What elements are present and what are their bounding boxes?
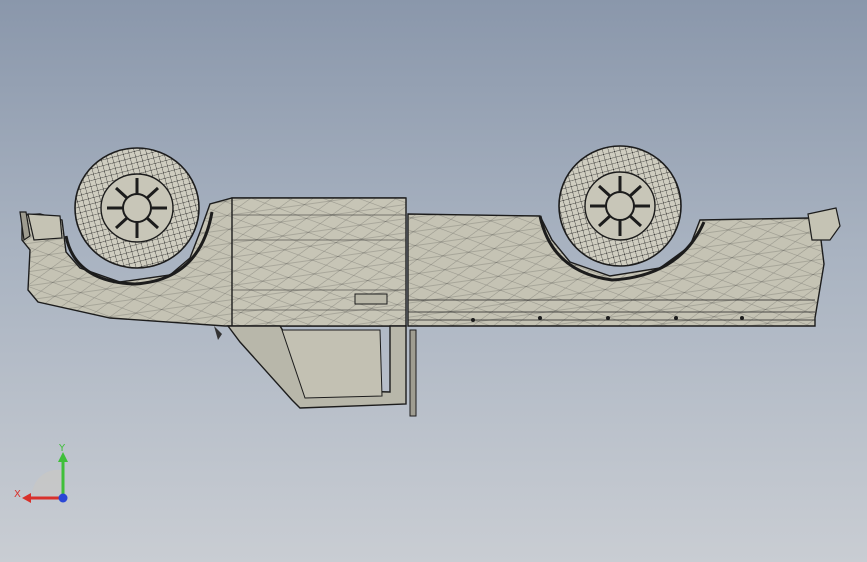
- y-axis-label: Y: [58, 443, 66, 454]
- graphics-viewport[interactable]: Y X: [0, 0, 867, 562]
- coordinate-triad: Y X: [14, 443, 68, 503]
- triad-plane-shade: [32, 469, 62, 498]
- rear-wheel: [74, 147, 200, 269]
- front-wheel: [558, 145, 682, 267]
- cab-door-panel: [214, 325, 417, 417]
- truck-model[interactable]: [0, 0, 867, 562]
- z-axis-dot: [58, 493, 68, 503]
- x-axis-label: X: [14, 489, 21, 500]
